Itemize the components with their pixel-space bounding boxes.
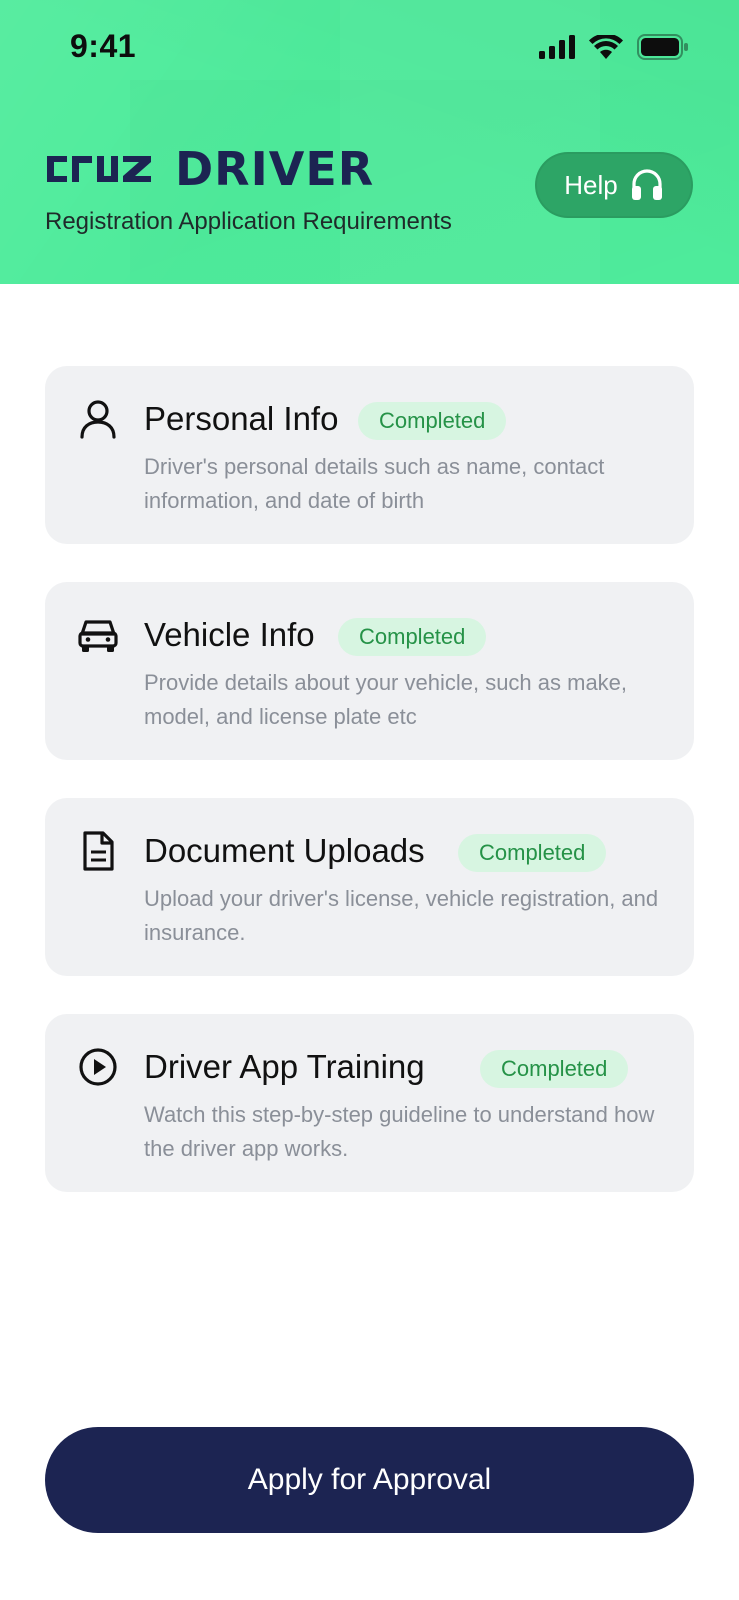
header: 9:41 DRIVER Registration Application Req… [0,0,739,284]
signal-icon [539,35,575,59]
status-badge: Completed [338,618,487,656]
requirement-card-driver-app-training[interactable]: Driver App Training Completed Watch this… [45,1014,694,1192]
requirement-card-document-uploads[interactable]: Document Uploads Completed Upload your d… [45,798,694,976]
requirement-description: Watch this step-by-step guideline to und… [144,1102,655,1161]
cruz-logo-icon [47,156,151,182]
requirement-title: Vehicle Info [144,616,315,653]
user-icon [80,400,116,439]
requirement-card-vehicle-info[interactable]: Vehicle Info Completed Provide details a… [45,582,694,760]
battery-icon [637,34,688,60]
requirement-description: Provide details about your vehicle, such… [144,670,628,729]
document-icon [83,831,114,871]
page-subtitle: Registration Application Requirements [45,208,452,235]
status-time: 9:41 [70,28,137,64]
requirement-description: Driver's personal details such as name, … [144,454,605,513]
requirement-title: Personal Info [144,400,339,437]
requirement-title: Driver App Training [144,1048,425,1085]
wifi-icon [589,35,623,59]
status-icons [539,34,689,60]
car-icon [78,620,118,652]
headset-icon [631,169,662,200]
help-button-label: Help [564,169,618,200]
status-badge: Completed [458,834,607,872]
requirements-list: Personal Info Completed Driver's persona… [45,366,694,1230]
requirement-description: Upload your driver's license, vehicle re… [144,886,659,945]
play-circle-icon [79,1048,117,1086]
requirement-title: Document Uploads [144,832,425,869]
requirement-card-personal-info[interactable]: Personal Info Completed Driver's persona… [45,366,694,544]
brand: DRIVER [45,142,374,196]
help-button[interactable]: Help [535,152,693,218]
status-badge: Completed [358,402,507,440]
status-badge: Completed [480,1050,629,1088]
apply-for-approval-button[interactable]: Apply for Approval [45,1427,694,1533]
brand-name: DRIVER [175,142,375,196]
